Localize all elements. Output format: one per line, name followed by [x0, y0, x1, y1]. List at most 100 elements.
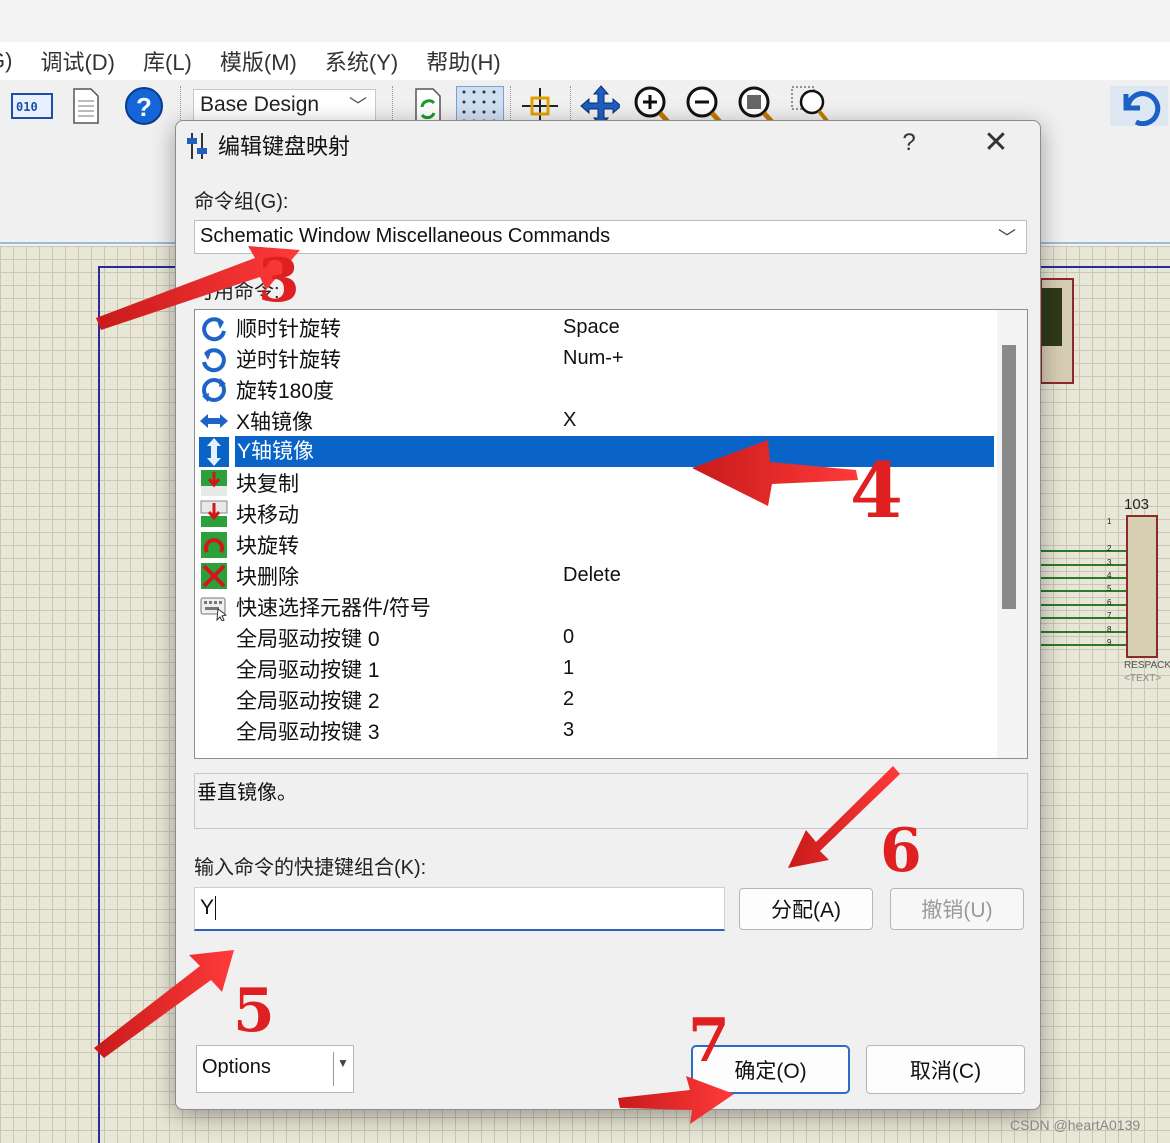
list-item[interactable]: 全局驱动按键 2 2	[199, 684, 994, 715]
list-item[interactable]: 逆时针旋转 Num-+	[199, 343, 994, 374]
component-text: <TEXT>	[1124, 673, 1162, 684]
scrollbar-thumb[interactable]	[1002, 345, 1016, 609]
rotate-180-icon	[199, 375, 229, 405]
list-scrollbar[interactable]	[997, 310, 1027, 758]
wire	[1040, 550, 1126, 552]
mirror-x-icon	[199, 406, 229, 436]
cancel-button[interactable]: 取消(C)	[866, 1045, 1025, 1094]
command-name: 块删除	[236, 565, 299, 589]
title-strip	[0, 0, 1170, 42]
command-key: 2	[563, 688, 575, 710]
lcd-screen	[1042, 288, 1062, 346]
block-move-icon	[199, 499, 229, 529]
keyboard-pick-icon	[199, 592, 229, 622]
edit-keymap-dialog: 编辑键盘映射 ? ✕ 命令组(G): Schematic Window Misc…	[175, 120, 1041, 1110]
wire	[1040, 604, 1126, 606]
list-item[interactable]: 旋转180度	[199, 374, 994, 405]
dialog-title: 编辑键盘映射	[218, 134, 351, 159]
command-group-label: 命令组(G):	[194, 191, 289, 213]
list-item[interactable]: 块删除 Delete	[199, 560, 994, 591]
command-key: Delete	[563, 564, 621, 586]
component-ref: 103	[1124, 496, 1150, 513]
command-key: 0	[563, 626, 575, 648]
pin-number: 4	[1107, 571, 1112, 580]
revoke-button[interactable]: 撤销(U)	[890, 888, 1024, 930]
command-key: 3	[563, 719, 575, 741]
svg-text:?: ?	[136, 92, 152, 122]
options-label: Options	[202, 1056, 271, 1078]
commands-list[interactable]: 顺时针旋转 Space 逆时针旋转 Num-+ 旋转180度 X轴镜像 X Y轴…	[194, 309, 1028, 759]
command-key: X	[563, 409, 577, 431]
assign-button[interactable]: 分配(A)	[739, 888, 873, 930]
key-combo-input[interactable]: Y	[194, 887, 725, 931]
pin-number: 7	[1107, 611, 1112, 620]
command-name: 全局驱动按键 2	[236, 689, 380, 713]
help-icon[interactable]: ?	[124, 86, 164, 126]
command-name: 旋转180度	[236, 379, 335, 403]
command-name: 全局驱动按键 1	[236, 658, 380, 682]
command-group-select[interactable]: Schematic Window Miscellaneous Commands …	[194, 220, 1027, 254]
close-icon[interactable]: ✕	[976, 125, 1016, 160]
menu-help[interactable]: 帮助(H)	[426, 45, 501, 77]
wire	[1040, 577, 1126, 579]
command-key: Num-+	[563, 347, 624, 369]
rotate-ccw-icon	[199, 344, 229, 374]
menu-library[interactable]: 库(L)	[143, 45, 192, 77]
design-combo[interactable]: Base Design ﹀	[193, 89, 376, 123]
chevron-down-icon: ﹀	[349, 96, 367, 116]
wire	[1040, 644, 1126, 646]
svg-text:010: 010	[16, 100, 38, 114]
command-name: 全局驱动按键 0	[236, 627, 380, 651]
step-number-4: 4	[850, 446, 903, 535]
command-key: Space	[563, 316, 620, 338]
design-combo-value: Base Design	[200, 93, 320, 116]
mirror-y-icon	[199, 436, 229, 467]
command-name: 块复制	[236, 472, 299, 496]
pin-number: 5	[1107, 584, 1112, 593]
block-rotate-icon	[199, 530, 229, 560]
text-caret	[215, 896, 217, 921]
command-key: 1	[563, 657, 575, 679]
respack-component[interactable]	[1126, 515, 1158, 658]
pin-number: 3	[1107, 558, 1112, 567]
watermark: CSDN @heartA0139	[1010, 1117, 1141, 1133]
block-delete-icon	[199, 561, 229, 591]
list-item[interactable]: 顺时针旋转 Space	[199, 312, 994, 343]
menu-graph[interactable]: G)	[0, 48, 12, 74]
keymap-title-icon	[184, 131, 210, 161]
wire	[1040, 631, 1126, 633]
document-icon[interactable]	[66, 86, 106, 126]
step-number-5: 5	[233, 976, 275, 1046]
wire	[1040, 590, 1126, 592]
binary-icon[interactable]: 010	[10, 86, 54, 126]
menu-system[interactable]: 系统(Y)	[325, 45, 398, 77]
split-divider	[333, 1052, 334, 1086]
command-name: X轴镜像	[236, 410, 314, 434]
list-item[interactable]: 快速选择元器件/符号	[199, 591, 994, 622]
help-button[interactable]: ?	[894, 129, 924, 157]
wire	[1040, 564, 1126, 566]
key-combo-value: Y	[200, 896, 215, 919]
chevron-down-icon: ﹀	[998, 228, 1016, 248]
pin-number: 8	[1107, 625, 1112, 634]
list-item[interactable]: X轴镜像 X	[199, 405, 994, 436]
options-button[interactable]: Options ▼	[196, 1045, 354, 1093]
command-group-value: Schematic Window Miscellaneous Commands	[200, 225, 611, 247]
menu-debug[interactable]: 调试(D)	[40, 45, 115, 77]
wire	[1040, 617, 1126, 619]
list-item[interactable]: 全局驱动按键 3 3	[199, 715, 994, 746]
step-number-6: 6	[880, 816, 922, 886]
dropdown-arrow-icon[interactable]: ▼	[337, 1056, 349, 1070]
block-copy-icon	[199, 468, 229, 498]
list-item[interactable]: 全局驱动按键 0 0	[199, 622, 994, 653]
component-name: RESPACK	[1124, 660, 1170, 671]
step-number-7: 7	[688, 1006, 730, 1076]
list-item[interactable]: 全局驱动按键 1 1	[199, 653, 994, 684]
command-name: 全局驱动按键 3	[236, 720, 380, 744]
menu-bar: G) 调试(D) 库(L) 模版(M) 系统(Y) 帮助(H)	[0, 42, 1170, 80]
pin-number: 1	[1107, 517, 1112, 526]
undo-icon[interactable]	[1110, 86, 1168, 126]
command-name: 逆时针旋转	[236, 348, 341, 372]
menu-template[interactable]: 模版(M)	[220, 45, 297, 77]
command-name: 块旋转	[236, 534, 299, 558]
